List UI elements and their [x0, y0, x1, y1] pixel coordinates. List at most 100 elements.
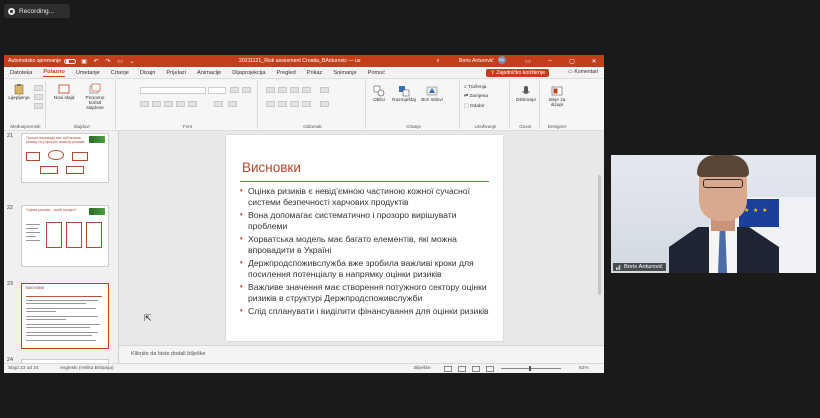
align-center-icon[interactable] — [278, 101, 287, 107]
voice-group: Diktiranje Govor — [512, 81, 540, 129]
bullet-item: Вона допомагає систематично і прозоро ви… — [240, 210, 495, 231]
reuse-slides-button[interactable]: Ponovno koristi slajdove — [80, 83, 110, 111]
tab-dijaprojekcija[interactable]: Dijaprojekcija — [232, 70, 265, 76]
strikethrough-icon[interactable] — [176, 101, 185, 107]
redo-icon[interactable]: ↷ — [104, 57, 112, 65]
slide-title[interactable]: Висновки — [242, 160, 301, 175]
tab-polazno[interactable]: Polazno — [43, 69, 65, 77]
slide-thumbnail-23[interactable]: Висновки — [21, 283, 109, 349]
text-line — [26, 300, 98, 301]
clipboard-group: Lijepljenje Međuspremnik — [6, 81, 46, 129]
vertical-scrollbar[interactable] — [597, 135, 602, 335]
decrease-indent-icon[interactable] — [290, 87, 299, 93]
slide-counter: Slajd 23 od 24 — [8, 366, 39, 371]
quick-styles-button[interactable]: Brzi stilovi — [420, 85, 444, 103]
underline-icon[interactable] — [164, 101, 173, 107]
shrink-font-icon[interactable] — [242, 87, 251, 93]
font-family-select[interactable] — [140, 87, 206, 94]
highlight-icon[interactable] — [214, 101, 223, 107]
save-icon[interactable]: ▣ — [80, 57, 88, 65]
undo-icon[interactable]: ↶ — [92, 57, 100, 65]
slide-thumbnail-22[interactable]: Оцінка ризиків – який процес? — [21, 205, 109, 267]
share-button[interactable]: ⇪ Zajedničko korištenje — [486, 69, 549, 77]
tab-prijelazi[interactable]: Prijelazi — [166, 70, 186, 76]
maximize-icon[interactable]: ▢ — [568, 57, 576, 65]
grow-font-icon[interactable] — [230, 87, 239, 93]
slide-bullet-list[interactable]: Оцінка ризиків є невід’ємною частиною ко… — [240, 186, 495, 320]
tab-umetanje[interactable]: Umetanje — [76, 70, 100, 76]
design-ideas-button[interactable]: Ideje za dizajn — [544, 85, 570, 108]
replace-label: Zamjena — [469, 94, 489, 99]
tab-snimanje[interactable]: Snimanje — [333, 70, 356, 76]
tab-animacije[interactable]: Animacije — [197, 70, 221, 76]
tab-pregled[interactable]: Pregled — [277, 70, 296, 76]
diagram-box — [72, 152, 88, 161]
minimize-icon[interactable]: – — [546, 57, 554, 65]
paste-icon — [14, 84, 24, 95]
align-text-icon[interactable] — [320, 101, 329, 107]
recording-indicator[interactable]: Recording... — [4, 4, 70, 18]
scrollbar-thumb[interactable] — [598, 175, 601, 295]
drawing-group: Oblici Razmještaj Brzi stilovi Crtanje — [368, 81, 460, 129]
slide-sorter-icon[interactable] — [458, 365, 466, 372]
present-icon[interactable]: ▭ — [116, 57, 124, 65]
text-direction-icon[interactable] — [320, 87, 329, 93]
cut-icon[interactable] — [34, 85, 43, 91]
participant-video[interactable]: ПР Boris Anturović — [611, 155, 816, 273]
autosave-toggle[interactable] — [64, 58, 77, 64]
tab-datoteka[interactable]: Datoteka — [10, 70, 32, 76]
increase-indent-icon[interactable] — [302, 87, 311, 93]
tab-crtanje[interactable]: Crtanje — [111, 70, 129, 76]
text-line — [26, 327, 90, 328]
align-left-icon[interactable] — [266, 101, 275, 107]
customize-icon[interactable]: ⌄ — [128, 57, 136, 65]
tab-pomoc[interactable]: Pomoć — [368, 70, 385, 76]
current-slide[interactable]: Висновки Оцінка ризиків є невід’ємною ча… — [226, 135, 503, 341]
normal-view-icon[interactable] — [444, 365, 452, 372]
numbering-icon[interactable] — [278, 87, 287, 93]
text-line — [26, 228, 38, 229]
align-right-icon[interactable] — [290, 101, 299, 107]
select-button[interactable]: ⬚ Odabir — [464, 104, 484, 109]
logo-icon — [89, 208, 105, 215]
bullets-icon[interactable] — [266, 87, 275, 93]
tab-dizajn[interactable]: Dizajn — [140, 70, 156, 76]
new-slide-button[interactable]: Novi slajd — [52, 83, 76, 101]
screen: Recording... Automatsko spremanje ▣ ↶ ↷ … — [0, 0, 820, 418]
reading-view-icon[interactable] — [472, 365, 480, 372]
replace-button[interactable]: ⇄ Zamjena — [464, 94, 488, 99]
slide-thumbnail-21[interactable]: Процес взаємодії між суб'єктами ризику т… — [21, 133, 109, 183]
shapes-button[interactable]: Oblici — [370, 85, 388, 103]
user-account[interactable]: Boris Anturović BA — [459, 56, 506, 64]
zoom-level[interactable]: 62% — [579, 366, 589, 371]
comments-button[interactable]: ▭ Komentari — [568, 69, 598, 75]
text-line — [26, 332, 98, 333]
find-button[interactable]: ⌕ Traženja — [464, 84, 486, 90]
dictate-button[interactable]: Diktiranje — [514, 85, 538, 103]
arrange-button[interactable]: Razmještaj — [390, 85, 418, 103]
autosave[interactable]: Automatsko spremanje — [8, 58, 77, 64]
ribbon-display-icon[interactable]: ▭ — [524, 57, 532, 65]
paste-button[interactable]: Lijepljenje — [8, 83, 30, 101]
char-spacing-icon[interactable] — [188, 101, 197, 107]
bold-icon[interactable] — [140, 101, 149, 107]
search-icon[interactable]: ⌕ — [434, 57, 442, 65]
notes-pane[interactable]: Kliknite da biste dodali bilješke — [119, 345, 604, 363]
microphone-icon — [522, 86, 530, 94]
tab-prikaz[interactable]: Prikaz — [307, 70, 323, 76]
format-painter-icon[interactable] — [34, 103, 43, 109]
copy-icon[interactable] — [34, 94, 43, 100]
slide-thumbnails-pane: 21 Процес взаємодії між суб'єктами ризик… — [4, 131, 119, 363]
slideshow-icon[interactable] — [486, 365, 494, 372]
notes-toggle[interactable]: Bilješke — [414, 366, 431, 371]
italic-icon[interactable] — [152, 101, 161, 107]
audio-level-icon — [616, 264, 621, 270]
text-line — [26, 316, 98, 317]
zoom-slider-knob[interactable] — [529, 366, 531, 371]
justify-icon[interactable] — [302, 101, 311, 107]
font-color-icon[interactable] — [228, 101, 237, 107]
font-size-select[interactable] — [208, 87, 226, 94]
zoom-slider[interactable] — [501, 368, 561, 369]
language-indicator[interactable]: engleski (Velika Britanija) — [60, 366, 114, 371]
close-icon[interactable]: ✕ — [590, 57, 598, 65]
